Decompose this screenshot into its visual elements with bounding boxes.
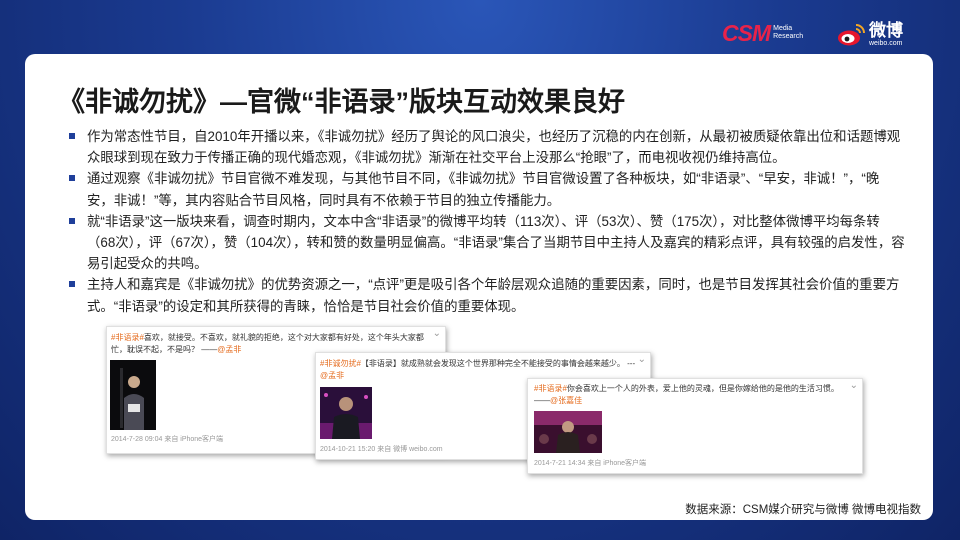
weibo-logo-en: weibo.com <box>869 40 903 47</box>
bullet-item: 主持人和嘉宾是《非诚勿扰》的优势资源之一，“点评”更是吸引各个年龄层观众追随的重… <box>67 274 905 316</box>
weibo-logo: 微博 weibo.com <box>836 22 903 48</box>
csm-logo-subtitle: Media Research <box>773 25 804 40</box>
post-mention[interactable]: @张嘉佳 <box>550 396 582 405</box>
bullet-square-icon <box>69 217 75 224</box>
content-card: 《非诚勿扰》—官微“非语录”版块互动效果良好 作为常态性节目，自2010年开播以… <box>25 54 933 520</box>
post-mention[interactable]: @孟非 <box>217 345 241 354</box>
post-hashtag[interactable]: #非语录# <box>534 384 567 393</box>
page-title: 《非诚勿扰》—官微“非语录”版块互动效果良好 <box>58 87 625 117</box>
post-text: #非语录#你会喜欢上一个人的外表，爱上他的灵魂，但是你嫁给他的是他的生活习惯。 … <box>534 383 848 407</box>
weibo-post-3: ⌄ #非语录#你会喜欢上一个人的外表，爱上他的灵魂，但是你嫁给他的是他的生活习惯… <box>527 378 863 474</box>
bullet-item: 作为常态性节目，自2010年开播以来，《非诚勿扰》经历了舆论的风口浪尖，也经历了… <box>67 126 905 168</box>
data-source-note: 数据来源：CSM媒介研究与微博 微博电视指数 <box>685 504 921 516</box>
csm-logo-mark: CSM <box>722 20 771 46</box>
post-video-thumbnail[interactable] <box>534 411 602 453</box>
bullet-square-icon <box>69 281 75 288</box>
bullet-list: 作为常态性节目，自2010年开播以来，《非诚勿扰》经历了舆论的风口浪尖，也经历了… <box>67 126 905 317</box>
post-meta: 2014-7-21 14:34 来自 iPhone客户端 <box>534 460 647 467</box>
post-mention[interactable]: @孟非 <box>320 371 344 380</box>
post-body: 喜欢，就接受。不喜欢，就礼貌的拒绝，这个对大家都有好处，这个年头大家都忙，耽误不… <box>111 333 424 354</box>
post-hashtag[interactable]: #非诚勿扰# <box>320 359 361 368</box>
weibo-eye-icon <box>838 24 865 46</box>
post-body: 【非语录】就成熟就会发现这个世界那种完全不能接受的事情会越来越少。 --- <box>360 359 636 368</box>
chevron-down-icon[interactable]: ⌄ <box>850 381 858 391</box>
post-meta: 2014-10-21 15:20 来自 微博 weibo.com <box>320 446 443 453</box>
bullet-item: 就“非语录”这一版块来看，调查时期内，文本中含“非语录”的微博平均转（113次）… <box>67 211 905 275</box>
post-hashtag[interactable]: #非语录# <box>111 333 144 342</box>
bullet-square-icon <box>69 133 75 139</box>
csm-logo: CSM Media Research <box>722 20 803 46</box>
top-bar: CSM Media Research 微博 weibo.com <box>0 0 960 52</box>
post-meta: 2014-7-28 09:04 来自 iPhone客户端 <box>111 436 224 443</box>
post-video-thumbnail[interactable] <box>320 387 372 439</box>
bullet-square-icon <box>69 175 75 182</box>
post-video-thumbnail[interactable] <box>110 360 156 430</box>
weibo-logo-cn: 微博 <box>869 21 903 40</box>
bullet-item: 通过观察《非诚勿扰》节目官微不难发现，与其他节目不同，《非诚勿扰》节目官微设置了… <box>67 168 905 210</box>
chevron-down-icon[interactable]: ⌄ <box>638 355 646 365</box>
chevron-down-icon[interactable]: ⌄ <box>433 329 441 339</box>
